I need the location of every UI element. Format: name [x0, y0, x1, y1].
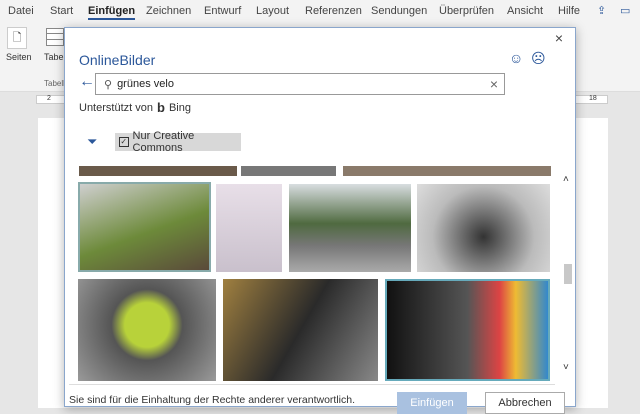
tabelle-label[interactable]: Tabe	[44, 52, 64, 62]
image-result[interactable]	[417, 184, 550, 272]
image-result[interactable]	[223, 279, 378, 381]
filter-icon[interactable]: ⏷	[87, 134, 97, 150]
bing-logo-icon: b	[156, 100, 165, 115]
insert-button[interactable]: Einfügen	[397, 392, 467, 414]
bing-label: Bing	[168, 101, 191, 114]
creative-commons-filter[interactable]: ✓ Nur Creative Commons	[115, 130, 241, 154]
tab-zeichnen[interactable]: Zeichnen	[146, 5, 191, 17]
cancel-button[interactable]: Abbrechen	[485, 392, 565, 414]
comment-icon[interactable]: ▭	[620, 4, 630, 17]
close-icon[interactable]: ×	[555, 30, 563, 46]
image-result[interactable]	[385, 279, 550, 381]
ruler-right: 18	[589, 95, 597, 102]
dialog-title: OnlineBilder	[79, 52, 156, 68]
image-result[interactable]	[241, 166, 336, 176]
tab-einfuegen[interactable]: Einfügen	[88, 5, 136, 20]
page-icon[interactable]: 🗋	[7, 27, 27, 49]
tab-datei[interactable]: Datei	[8, 5, 34, 17]
share-icon[interactable]: ⇪	[597, 4, 606, 17]
smile-icon[interactable]: ☺	[509, 50, 523, 66]
search-icon: ⚲	[104, 78, 113, 91]
filter-label: Nur Creative Commons	[132, 130, 195, 154]
tab-entwurf[interactable]: Entwurf	[204, 5, 241, 17]
image-result[interactable]	[79, 166, 237, 176]
image-result[interactable]	[289, 184, 411, 272]
tab-layout[interactable]: Layout	[256, 5, 289, 17]
tab-ansicht[interactable]: Ansicht	[507, 5, 543, 17]
back-arrow-icon[interactable]: ←	[79, 73, 95, 91]
footer-text: Sie sind für die Einhaltung der Rechte a…	[69, 394, 355, 406]
tab-ueberpruefen[interactable]: Überprüfen	[439, 5, 494, 17]
checkbox-icon[interactable]: ✓	[119, 137, 129, 147]
scrollbar[interactable]: ˄ ˅	[562, 166, 574, 381]
tab-start[interactable]: Start	[50, 5, 73, 17]
search-value: grünes velo	[117, 78, 174, 90]
table-icon[interactable]	[46, 28, 64, 46]
frown-icon[interactable]: ☹	[531, 50, 546, 67]
tabelle-group-label: Tabell	[44, 79, 65, 88]
vertical-ruler	[0, 106, 14, 401]
ribbon-tabs: Datei Start Einfügen Zeichnen Entwurf La…	[0, 0, 640, 24]
clear-icon[interactable]: ×	[490, 76, 498, 92]
powered-by-label: Unterstützt von	[79, 101, 153, 114]
image-result[interactable]	[343, 166, 551, 176]
search-input[interactable]: ⚲ grünes velo ×	[95, 73, 505, 95]
scroll-down-icon[interactable]: ˅	[563, 362, 569, 373]
image-result[interactable]	[216, 184, 282, 272]
scrollbar-thumb[interactable]	[564, 264, 572, 284]
image-result[interactable]	[78, 279, 216, 381]
ruler-left: 2	[47, 95, 51, 102]
tab-hilfe[interactable]: Hilfe	[558, 5, 580, 17]
tab-referenzen[interactable]: Referenzen	[305, 5, 362, 17]
scroll-up-icon[interactable]: ˄	[563, 174, 569, 185]
online-pictures-dialog: × OnlineBilder ☺ ☹ ← ⚲ grünes velo × Unt…	[64, 27, 576, 414]
seiten-label[interactable]: Seiten	[6, 52, 32, 62]
divider	[69, 384, 555, 385]
image-result[interactable]	[78, 182, 211, 272]
tab-sendungen[interactable]: Sendungen	[371, 5, 427, 17]
